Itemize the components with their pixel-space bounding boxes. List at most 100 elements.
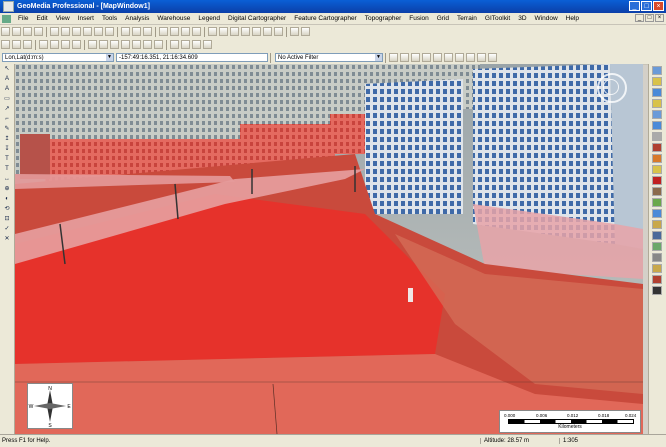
mdi-close-button[interactable]: × <box>655 14 664 22</box>
rectangle-icon[interactable]: ▭ <box>2 95 12 104</box>
raise-icon[interactable]: ↥ <box>2 135 12 144</box>
pointer-icon[interactable] <box>1 40 10 49</box>
copy-icon[interactable] <box>61 27 70 36</box>
layer-icon[interactable] <box>652 88 662 97</box>
layer-icon[interactable] <box>192 27 201 36</box>
mdi-window-icon[interactable] <box>2 14 11 23</box>
measure-icon[interactable] <box>181 40 190 49</box>
layer-icon[interactable] <box>652 77 662 86</box>
text-icon[interactable]: A <box>2 75 12 84</box>
layer-icon[interactable] <box>652 187 662 196</box>
menu-analysis[interactable]: Analysis <box>121 15 153 22</box>
text-icon[interactable]: A <box>2 85 12 94</box>
navigation-ring-inner[interactable] <box>603 79 619 95</box>
select-tool-icon[interactable] <box>121 27 130 36</box>
help-icon[interactable] <box>301 27 310 36</box>
select-set-icon[interactable] <box>132 27 141 36</box>
zoom-window-icon[interactable] <box>230 27 239 36</box>
edit-geometry-icon[interactable] <box>110 40 119 49</box>
layer-icon[interactable] <box>652 143 662 152</box>
zoom-out-icon[interactable] <box>219 27 228 36</box>
feature-tool-icon[interactable] <box>466 53 475 62</box>
north-arrow-icon[interactable] <box>170 27 179 36</box>
display-icon[interactable] <box>290 27 299 36</box>
columns-icon[interactable] <box>72 40 81 49</box>
layer-icon[interactable] <box>652 209 662 218</box>
remove-icon[interactable] <box>203 40 212 49</box>
split-icon[interactable] <box>132 40 141 49</box>
menu-window[interactable]: Window <box>531 15 562 22</box>
chevron-down-icon[interactable]: ▼ <box>106 54 113 61</box>
save-icon[interactable] <box>23 27 32 36</box>
zoom-previous-icon[interactable] <box>274 27 283 36</box>
continue-geometry-icon[interactable] <box>121 40 130 49</box>
menu-legend[interactable]: Legend <box>194 15 224 22</box>
move-icon[interactable]: ↔ <box>2 175 12 184</box>
layer-icon[interactable] <box>652 242 662 251</box>
menu-fusion[interactable]: Fusion <box>405 15 433 22</box>
feature-tool-icon[interactable] <box>444 53 453 62</box>
mdi-minimize-button[interactable]: _ <box>635 14 644 22</box>
filter-select[interactable]: No Active Filter ▼ <box>275 53 383 62</box>
layer-icon[interactable] <box>652 132 662 141</box>
paste-icon[interactable] <box>72 27 81 36</box>
layer-icon[interactable] <box>652 220 662 229</box>
menu-grid[interactable]: Grid <box>433 15 453 22</box>
layer-icon[interactable] <box>652 198 662 207</box>
map-window[interactable]: N S E W 0.000 0.006 0.012 0.018 0.024 Ki… <box>15 64 643 434</box>
zoom-in-icon[interactable] <box>208 27 217 36</box>
feature-tool-icon[interactable] <box>411 53 420 62</box>
mdi-restore-button[interactable]: □ <box>645 14 654 22</box>
label-icon[interactable]: T <box>2 155 12 164</box>
menu-file[interactable]: File <box>14 15 32 22</box>
layer-icon[interactable] <box>652 176 662 185</box>
lower-icon[interactable]: ↧ <box>2 145 12 154</box>
table-icon[interactable] <box>50 40 59 49</box>
label-icon[interactable]: T <box>2 165 12 174</box>
layer-icon[interactable] <box>652 99 662 108</box>
layer-icon[interactable] <box>652 165 662 174</box>
feature-tool-icon[interactable] <box>488 53 497 62</box>
validate-icon[interactable] <box>192 40 201 49</box>
select-arrow-icon[interactable]: ↖ <box>2 65 12 74</box>
menu-help[interactable]: Help <box>562 15 583 22</box>
new-icon[interactable] <box>1 27 10 36</box>
add-point-icon[interactable]: ⊕ <box>2 185 12 194</box>
refresh-icon[interactable] <box>263 27 272 36</box>
rotate-icon[interactable]: ⟲ <box>2 205 12 214</box>
properties-icon[interactable] <box>143 27 152 36</box>
layer-icon[interactable] <box>652 264 662 273</box>
menu-digital-cartographer[interactable]: Digital Cartographer <box>224 15 290 22</box>
layer-icon[interactable] <box>652 253 662 262</box>
layer-icon[interactable] <box>652 275 662 284</box>
list-icon[interactable] <box>61 40 70 49</box>
line-icon[interactable]: ↗ <box>2 105 12 114</box>
menu-topographer[interactable]: Topographer <box>361 15 406 22</box>
maximize-button[interactable]: □ <box>641 1 652 11</box>
scale-bar-icon[interactable] <box>181 27 190 36</box>
redo-icon[interactable] <box>105 27 114 36</box>
feature-tool-icon[interactable] <box>400 53 409 62</box>
construct-icon[interactable] <box>170 40 179 49</box>
menu-edit[interactable]: Edit <box>32 15 51 22</box>
insert-text-icon[interactable] <box>99 40 108 49</box>
menu-gitoolkit[interactable]: GIToolkit <box>481 15 514 22</box>
scene-3d[interactable] <box>15 64 643 434</box>
coordinate-system-select[interactable]: Lon,Lat(d:m:s) ▼ <box>2 53 114 62</box>
legend-icon[interactable] <box>159 27 168 36</box>
menu-tools[interactable]: Tools <box>98 15 121 22</box>
cut-icon[interactable] <box>50 27 59 36</box>
menu-insert[interactable]: Insert <box>74 15 98 22</box>
fit-all-icon[interactable] <box>241 27 250 36</box>
open-icon[interactable] <box>12 27 21 36</box>
feature-tool-icon[interactable] <box>433 53 442 62</box>
grid-icon[interactable] <box>39 40 48 49</box>
cancel-icon[interactable]: ✕ <box>2 235 12 244</box>
print-icon[interactable] <box>34 27 43 36</box>
close-button[interactable]: × <box>653 1 664 11</box>
layer-icon[interactable] <box>652 154 662 163</box>
undo-icon[interactable] <box>94 27 103 36</box>
layer-icon[interactable] <box>652 66 662 75</box>
coordinate-readout-field[interactable]: -157:49:16.351, 21:16:34.609 <box>116 53 268 62</box>
corner-icon[interactable]: ⌐ <box>2 115 12 124</box>
